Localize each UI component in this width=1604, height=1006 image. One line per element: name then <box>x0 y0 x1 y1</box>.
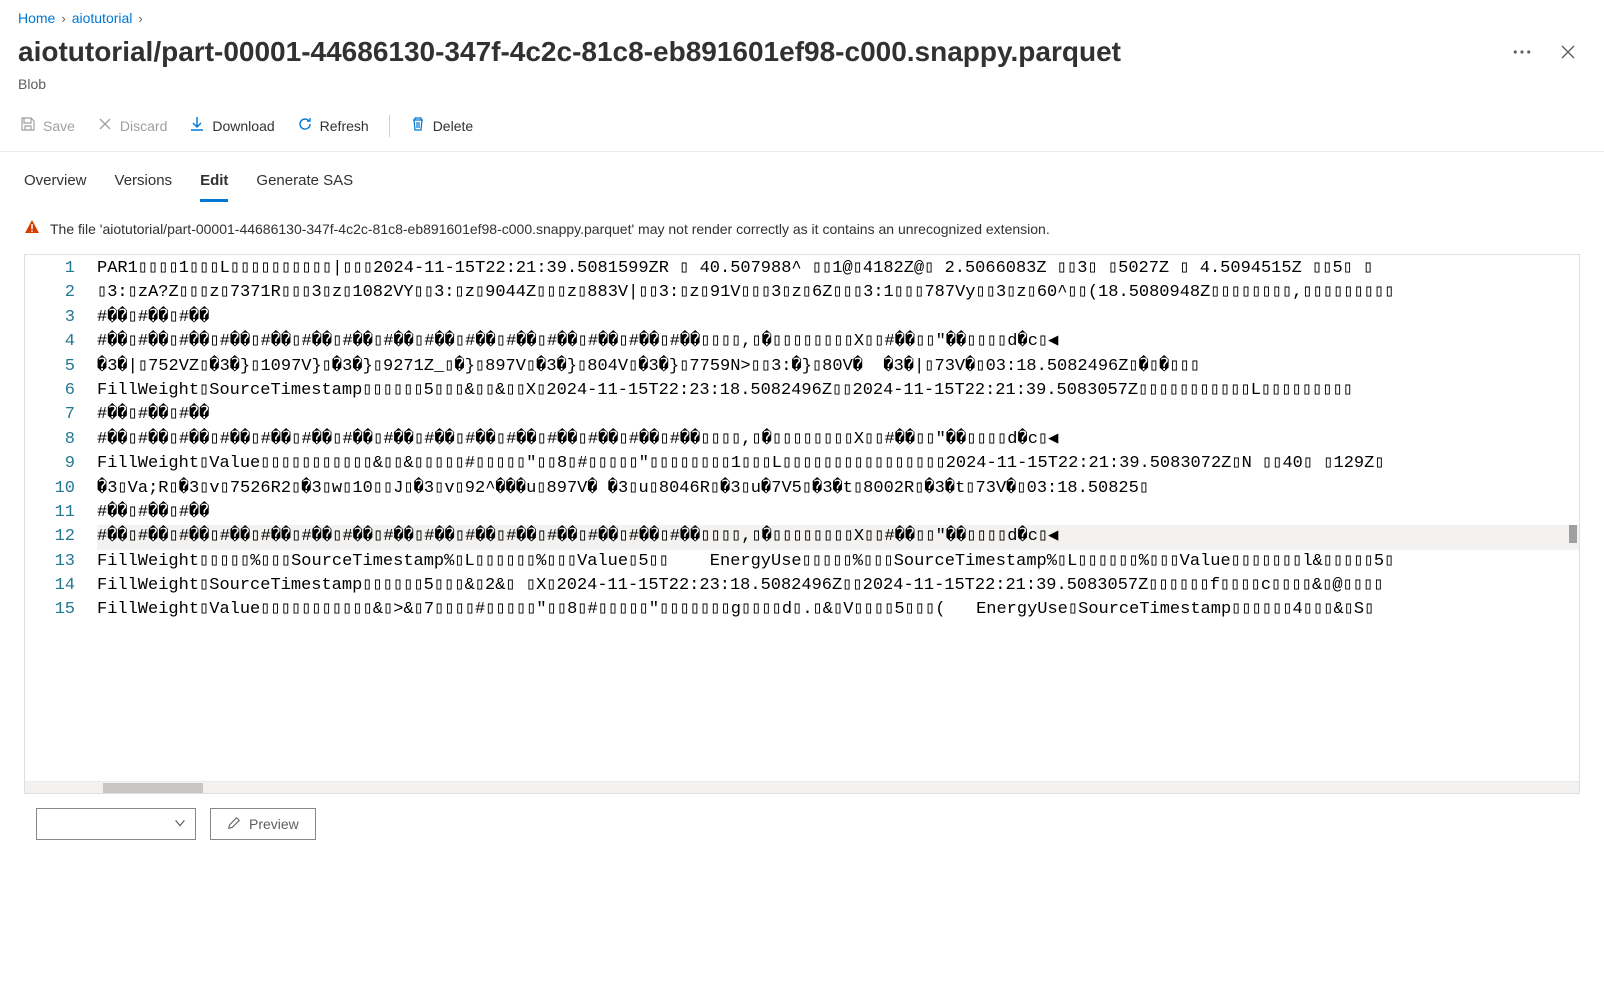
code-line[interactable]: �3�|▯752VZ▯�3�}▯1097V}▯�3�}▯9271Z_▯�}▯89… <box>97 355 1579 379</box>
tab-overview[interactable]: Overview <box>24 166 87 202</box>
breadcrumb-folder[interactable]: aiotutorial <box>72 10 133 26</box>
line-number: 12 <box>25 525 75 549</box>
code-line[interactable]: FillWeight▯SourceTimestamp▯▯▯▯▯▯5▯▯▯&▯▯&… <box>97 379 1579 403</box>
delete-icon <box>410 116 426 135</box>
warning-icon <box>24 219 40 238</box>
tab-generate-sas[interactable]: Generate SAS <box>256 166 353 202</box>
code-line[interactable]: #��▯#��▯#��▯#��▯#��▯#��▯#��▯#��▯#��▯#��▯… <box>97 428 1579 452</box>
title-actions <box>1504 34 1586 70</box>
language-select[interactable] <box>36 808 196 840</box>
line-number: 1 <box>25 257 75 281</box>
editor-vscroll[interactable] <box>1567 255 1579 781</box>
line-number: 6 <box>25 379 75 403</box>
breadcrumb: Home › aiotutorial › <box>0 0 1604 34</box>
pencil-icon <box>227 816 241 833</box>
line-number: 5 <box>25 355 75 379</box>
refresh-label: Refresh <box>320 118 369 134</box>
preview-label: Preview <box>249 816 299 832</box>
page-subtitle: Blob <box>0 76 1604 106</box>
line-number: 14 <box>25 574 75 598</box>
line-number: 15 <box>25 598 75 622</box>
save-button[interactable]: Save <box>18 112 77 139</box>
code-line[interactable]: #��▯#��▯#�� <box>97 501 1579 525</box>
preview-button[interactable]: Preview <box>210 808 316 840</box>
line-number: 10 <box>25 477 75 501</box>
editor-hscroll[interactable] <box>25 781 1579 793</box>
editor-gutter: 123456789101112131415 <box>25 255 97 781</box>
code-line[interactable]: FillWeight▯Value▯▯▯▯▯▯▯▯▯▯▯&▯>&▯7▯▯▯▯#▯▯… <box>97 598 1579 622</box>
code-line[interactable]: #��▯#��▯#��▯#��▯#��▯#��▯#��▯#��▯#��▯#��▯… <box>97 525 1579 549</box>
warning-bar: The file 'aiotutorial/part-00001-4468613… <box>0 203 1604 254</box>
tab-edit[interactable]: Edit <box>200 166 228 202</box>
line-number: 9 <box>25 452 75 476</box>
close-icon[interactable] <box>1550 34 1586 70</box>
download-button[interactable]: Download <box>187 112 276 139</box>
chevron-right-icon: › <box>138 11 142 26</box>
line-number: 3 <box>25 306 75 330</box>
delete-label: Delete <box>433 118 473 134</box>
line-number: 2 <box>25 281 75 305</box>
title-row: aiotutorial/part-00001-44686130-347f-4c2… <box>0 34 1604 76</box>
code-line[interactable]: #��▯#��▯#��▯#��▯#��▯#��▯#��▯#��▯#��▯#��▯… <box>97 330 1579 354</box>
chevron-right-icon: › <box>61 11 65 26</box>
tabs: Overview Versions Edit Generate SAS <box>0 152 1604 203</box>
editor-lines[interactable]: PAR1▯▯▯▯1▯▯▯L▯▯▯▯▯▯▯▯▯▯|▯▯▯2024-11-15T22… <box>97 255 1579 781</box>
vscroll-marker <box>1569 525 1577 543</box>
toolbar-separator <box>389 115 390 137</box>
save-icon <box>20 116 36 135</box>
editor: 123456789101112131415 PAR1▯▯▯▯1▯▯▯L▯▯▯▯▯… <box>24 254 1580 794</box>
line-number: 13 <box>25 550 75 574</box>
code-line[interactable]: FillWeight▯▯▯▯▯%▯▯▯SourceTimestamp%▯L▯▯▯… <box>97 550 1579 574</box>
discard-icon <box>97 116 113 135</box>
code-line[interactable]: ▯3:▯zA?Z▯▯▯z▯7371R▯▯▯3▯z▯1082VY▯▯3:▯z▯90… <box>97 281 1579 305</box>
discard-button[interactable]: Discard <box>95 112 169 139</box>
breadcrumb-home[interactable]: Home <box>18 10 55 26</box>
code-line[interactable]: FillWeight▯Value▯▯▯▯▯▯▯▯▯▯▯&▯▯&▯▯▯▯▯#▯▯▯… <box>97 452 1579 476</box>
code-line[interactable]: PAR1▯▯▯▯1▯▯▯L▯▯▯▯▯▯▯▯▯▯|▯▯▯2024-11-15T22… <box>97 257 1579 281</box>
editor-content[interactable]: 123456789101112131415 PAR1▯▯▯▯1▯▯▯L▯▯▯▯▯… <box>25 255 1579 781</box>
save-label: Save <box>43 118 75 134</box>
refresh-button[interactable]: Refresh <box>295 112 371 139</box>
refresh-icon <box>297 116 313 135</box>
warning-text: The file 'aiotutorial/part-00001-4468613… <box>50 221 1050 237</box>
line-number: 4 <box>25 330 75 354</box>
discard-label: Discard <box>120 118 167 134</box>
download-icon <box>189 116 205 135</box>
code-line[interactable]: #��▯#��▯#�� <box>97 306 1579 330</box>
code-line[interactable]: FillWeight▯SourceTimestamp▯▯▯▯▯▯5▯▯▯&▯2&… <box>97 574 1579 598</box>
line-number: 11 <box>25 501 75 525</box>
delete-button[interactable]: Delete <box>408 112 475 139</box>
code-line[interactable]: #��▯#��▯#�� <box>97 403 1579 427</box>
line-number: 8 <box>25 428 75 452</box>
page-title: aiotutorial/part-00001-44686130-347f-4c2… <box>18 36 1494 68</box>
line-number: 7 <box>25 403 75 427</box>
editor-footer: Preview <box>0 794 1604 854</box>
toolbar: Save Discard Download Refresh Delete <box>0 106 1604 152</box>
hscroll-thumb[interactable] <box>103 783 203 793</box>
code-line[interactable]: �3▯Va;R▯�3▯v▯7526R2▯�3▯w▯10▯▯J▯�3▯v▯92^�… <box>97 477 1579 501</box>
tab-versions[interactable]: Versions <box>115 166 173 202</box>
download-label: Download <box>212 118 274 134</box>
chevron-down-icon <box>173 816 187 833</box>
more-icon[interactable] <box>1504 34 1540 70</box>
